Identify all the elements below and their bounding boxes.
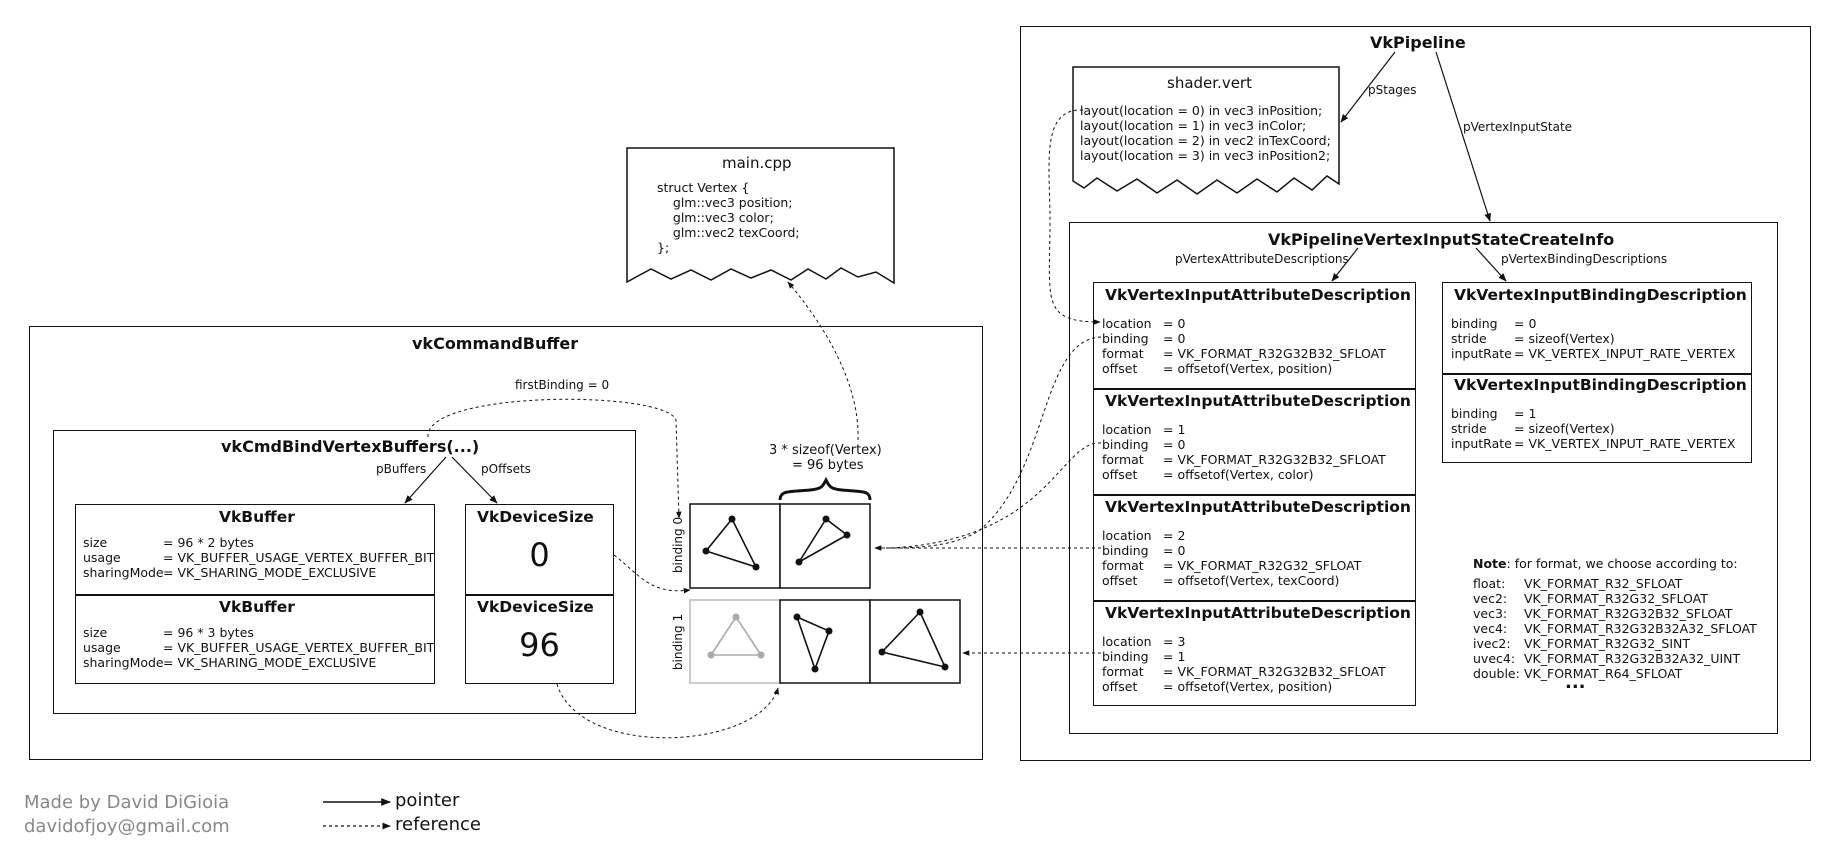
vertex-dot — [702, 547, 710, 555]
first-binding-reference — [427, 398, 682, 519]
vertex-dot — [878, 648, 886, 656]
offset-96-reference — [556, 683, 779, 739]
binding-0-vertex-cell — [689, 503, 781, 589]
vertex-dot — [811, 665, 819, 673]
vertex-dot — [757, 651, 765, 659]
vertex-size-brace — [778, 476, 872, 501]
offset-0-reference — [613, 554, 691, 594]
attribute-1-binding-reference — [889, 442, 1102, 549]
vertex-dot — [843, 531, 851, 539]
p-vertex-input-state-arrow — [1435, 51, 1491, 222]
p-offsets-arrow — [451, 456, 498, 504]
vertex-struct-reference — [787, 281, 859, 441]
p-stages-arrow — [1340, 51, 1396, 123]
vertex-dot — [916, 608, 924, 616]
vertex-dot — [707, 651, 715, 659]
vertex-dot — [728, 515, 736, 523]
binding-1-vertex-cell — [689, 599, 781, 684]
vertex-dot — [825, 627, 833, 635]
vertex-dot — [732, 613, 740, 621]
attribute-0-binding-reference — [874, 336, 1102, 551]
p-buffers-arrow — [404, 456, 447, 504]
connector-overlay — [323, 51, 1507, 830]
p-vertex-binding-descriptions-arrow — [1475, 247, 1507, 282]
shader-location-reference — [1048, 109, 1101, 325]
vertex-dot — [752, 563, 760, 571]
vertex-dot — [795, 558, 803, 566]
vertex-dot — [822, 515, 830, 523]
vertex-dot — [941, 663, 949, 671]
binding-1-vertex-cell — [869, 599, 961, 684]
vertex-dot — [793, 613, 801, 621]
p-vertex-attribute-descriptions-arrow — [1331, 247, 1359, 282]
